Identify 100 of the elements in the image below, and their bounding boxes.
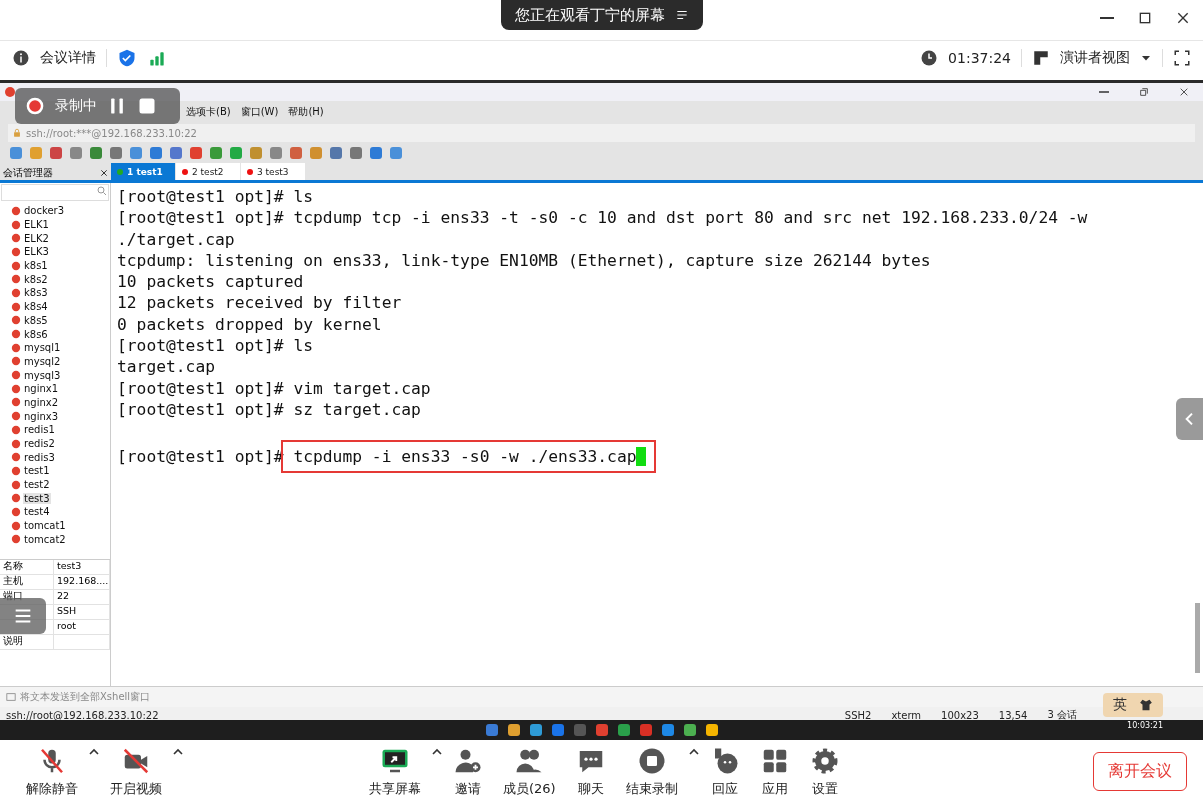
taskbar-app-icon[interactable]	[528, 723, 543, 737]
session-icon	[11, 520, 21, 531]
menu-item[interactable]: 窗口(W)	[240, 105, 279, 119]
toolbar-button[interactable]: 成员(26)	[493, 745, 566, 798]
toolbar-tool-icon[interactable]	[88, 145, 104, 161]
toolbar-button[interactable]: 聊天	[565, 745, 616, 798]
toolbar-button[interactable]: 解除静音	[16, 745, 88, 798]
toolbar-tool-icon[interactable]	[128, 145, 144, 161]
toolbar-button[interactable]: 回应	[699, 745, 750, 798]
toolbar-tool-icon[interactable]	[108, 145, 124, 161]
toolbar-tool-icon[interactable]	[148, 145, 164, 161]
ime-mode[interactable]: 英	[1113, 696, 1127, 714]
toolbar-tool-icon[interactable]	[328, 145, 344, 161]
menu-item[interactable]: 帮助(H)	[288, 105, 324, 119]
toolbar-tool-icon[interactable]	[388, 145, 404, 161]
terminal-line: 0 packets dropped by kernel	[117, 313, 382, 336]
menu-item[interactable]: 选项卡(B)	[186, 105, 231, 119]
toolbar-button[interactable]: 结束录制	[615, 745, 688, 798]
screen-share-banner[interactable]: 您正在观看丁宁的屏幕	[500, 0, 703, 30]
taskbar-app-icon[interactable]	[682, 723, 697, 737]
toolbar-tool-icon[interactable]	[228, 145, 244, 161]
session-item[interactable]: nginx1	[23, 383, 60, 395]
toolbar-tool-icon[interactable]	[168, 145, 184, 161]
session-item[interactable]: redis3	[23, 451, 56, 463]
session-item[interactable]: test4	[23, 506, 51, 518]
session-item[interactable]: k8s5	[23, 314, 49, 326]
session-item[interactable]: k8s6	[23, 328, 49, 340]
toolbar-tool-icon[interactable]	[48, 145, 64, 161]
toolbar-button[interactable]: 应用	[749, 745, 800, 798]
session-item[interactable]: test2	[23, 479, 51, 491]
session-item[interactable]: redis1	[23, 424, 56, 436]
taskbar-app-icon[interactable]	[506, 723, 521, 737]
session-item[interactable]: ELK3	[23, 246, 50, 258]
search-field[interactable]	[1, 184, 109, 201]
taskbar-clock: 10:03:21	[1127, 721, 1163, 730]
session-item[interactable]: redis2	[23, 438, 56, 450]
property-value: root	[54, 620, 110, 635]
session-tab[interactable]: 2 test2	[176, 163, 240, 180]
toolbar-tool-icon[interactable]	[188, 145, 204, 161]
terminal-line: [root@test1 opt]# tcpdump tcp -i ens33 -t -s0 -c 10 and dst port 80 and src net 192.168.233.0/24 -w	[117, 207, 1088, 229]
toolbar-tool-icon[interactable]	[8, 145, 24, 161]
fullscreen-icon	[1173, 49, 1191, 67]
toolbar-button[interactable]: 邀请	[443, 745, 493, 798]
terminal-line: 10 packets captured	[117, 271, 304, 293]
record-dot-icon	[25, 96, 45, 116]
taskbar-app-icon[interactable]	[594, 723, 609, 737]
terminal-line: target.cap	[117, 356, 216, 378]
toolbar-tool-icon[interactable]	[68, 145, 84, 161]
session-icon	[11, 452, 21, 463]
shield-check-icon	[117, 48, 137, 68]
session-tab[interactable]: 1 test1	[111, 163, 175, 180]
session-item[interactable]: mysql1	[23, 342, 62, 354]
panel-title: 会话管理器	[3, 166, 53, 180]
ime-widget[interactable]: 英	[1103, 693, 1163, 717]
session-tab[interactable]: 3 test3	[241, 163, 305, 180]
property-value: SSH	[54, 605, 110, 620]
session-icon	[11, 383, 21, 394]
session-item[interactable]: test3	[23, 492, 51, 504]
toolbar-button[interactable]: 开启视频	[100, 745, 172, 798]
session-item[interactable]: k8s1	[23, 260, 49, 272]
toolbar-tool-icon[interactable]	[248, 145, 264, 161]
taskbar-app-icon[interactable]	[660, 723, 675, 737]
session-item[interactable]: tomcat1	[23, 520, 67, 532]
minimize-icon[interactable]	[1099, 17, 1115, 19]
session-item[interactable]: ELK2	[23, 232, 50, 244]
session-item[interactable]: test1	[23, 465, 51, 477]
session-item[interactable]: nginx3	[23, 410, 60, 422]
property-name: 说明	[0, 635, 54, 650]
session-item[interactable]: k8s3	[23, 287, 49, 299]
toolbar-tool-icon[interactable]	[288, 145, 304, 161]
xshell-logo-icon	[4, 86, 16, 98]
toolbar-tool-icon[interactable]	[308, 145, 324, 161]
toolbar-tool-icon[interactable]	[348, 145, 364, 161]
toolbar-button[interactable]: 设置	[799, 745, 850, 798]
session-item[interactable]: k8s2	[23, 273, 49, 285]
taskbar-app-icon[interactable]	[616, 723, 631, 737]
session-item[interactable]: docker3	[23, 205, 66, 217]
session-item[interactable]: k8s4	[23, 301, 49, 313]
toolbar-tool-icon[interactable]	[268, 145, 284, 161]
taskbar-app-icon[interactable]	[550, 723, 565, 737]
session-item[interactable]: nginx2	[23, 396, 60, 408]
view-mode-dropdown[interactable]: 演讲者视图	[1060, 49, 1130, 67]
property-name: 主机	[0, 575, 54, 590]
session-item[interactable]: mysql3	[23, 369, 62, 381]
toolbar-tool-icon[interactable]	[368, 145, 384, 161]
restore-icon	[1139, 87, 1149, 97]
session-item[interactable]: ELK1	[23, 219, 50, 231]
taskbar-app-icon[interactable]	[704, 723, 719, 737]
meeting-details-link[interactable]: 会议详情	[40, 49, 96, 67]
session-item[interactable]: mysql2	[23, 355, 62, 367]
side-panel-toggle[interactable]	[1176, 398, 1203, 440]
status-cursor: 13,54	[998, 709, 1028, 721]
terminal-line: tcpdump: listening on ens33, link-type EN10MB (Ethernet), capture size 262144 bytes	[117, 249, 931, 272]
toolbar-tool-icon[interactable]	[28, 145, 44, 161]
toolbar-tool-icon[interactable]	[208, 145, 224, 161]
taskbar-app-icon[interactable]	[484, 723, 499, 737]
session-item[interactable]: tomcat2	[23, 533, 67, 545]
toolbar-button[interactable]: 共享屏幕	[359, 745, 431, 798]
scrollbar[interactable]	[1195, 603, 1200, 673]
leave-meeting-button[interactable]: 离开会议	[1093, 752, 1187, 791]
